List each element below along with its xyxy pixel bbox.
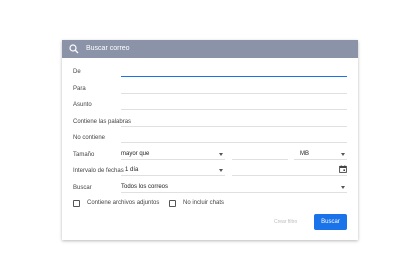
- size-value-underline: [232, 159, 288, 160]
- from-input-underline: [121, 76, 347, 77]
- size-value-input[interactable]: [232, 148, 288, 159]
- to-input[interactable]: [121, 83, 347, 93]
- from-input[interactable]: [121, 66, 347, 76]
- calendar-icon[interactable]: [339, 165, 347, 173]
- create-filter-button[interactable]: Crear filtro: [274, 218, 297, 226]
- subject-input-underline: [121, 109, 347, 110]
- from-label: De: [73, 69, 81, 75]
- search-bar[interactable]: Buscar correo: [62, 40, 358, 58]
- date-range-select[interactable]: 1 día: [125, 164, 225, 175]
- exclude-chats-label: No incluir chats: [183, 200, 225, 206]
- advanced-search-panel: Buscar correo De Para Asunto Contiene la…: [62, 40, 358, 240]
- search-in-label: Buscar: [73, 185, 92, 191]
- date-input[interactable]: [232, 164, 347, 175]
- chevron-down-icon: [341, 153, 345, 156]
- chevron-down-icon: [219, 153, 223, 156]
- not-contains-label: No contiene: [73, 135, 106, 141]
- size-operator-underline: [121, 159, 225, 160]
- to-input-underline: [121, 93, 347, 94]
- search-in-select[interactable]: Todos los correos: [121, 181, 347, 192]
- not-contains-input-underline: [121, 142, 347, 143]
- size-unit-value: MB: [300, 151, 309, 157]
- chevron-down-icon: [219, 169, 223, 172]
- date-range-value: 1 día: [125, 167, 139, 173]
- has-words-input[interactable]: [121, 116, 347, 126]
- has-attachment-option[interactable]: Contiene archivos adjuntos: [73, 198, 173, 208]
- to-label: Para: [73, 86, 86, 92]
- date-range-underline: [121, 175, 225, 176]
- exclude-chats-checkbox[interactable]: [169, 200, 176, 207]
- subject-input[interactable]: [121, 99, 347, 109]
- search-in-underline: [121, 192, 347, 193]
- date-range-label: Intervalo de fechas: [73, 168, 124, 174]
- search-icon[interactable]: [69, 44, 79, 54]
- size-operator-value: mayor que: [121, 151, 150, 157]
- has-attachment-label: Contiene archivos adjuntos: [87, 200, 160, 206]
- search-button[interactable]: Buscar: [314, 214, 347, 230]
- has-words-input-underline: [121, 126, 347, 127]
- has-attachment-checkbox[interactable]: [73, 200, 80, 207]
- size-operator-select[interactable]: mayor que: [121, 148, 225, 159]
- chevron-down-icon: [341, 186, 345, 189]
- size-unit-underline: [294, 159, 347, 160]
- search-placeholder: Buscar correo: [86, 45, 130, 52]
- search-in-value: Todos los correos: [121, 184, 169, 190]
- size-label: Tamaño: [73, 152, 95, 158]
- date-input-underline: [232, 175, 347, 176]
- size-unit-select[interactable]: MB: [294, 148, 347, 159]
- not-contains-input[interactable]: [121, 132, 347, 142]
- subject-label: Asunto: [73, 102, 92, 108]
- exclude-chats-option[interactable]: No incluir chats: [169, 198, 239, 208]
